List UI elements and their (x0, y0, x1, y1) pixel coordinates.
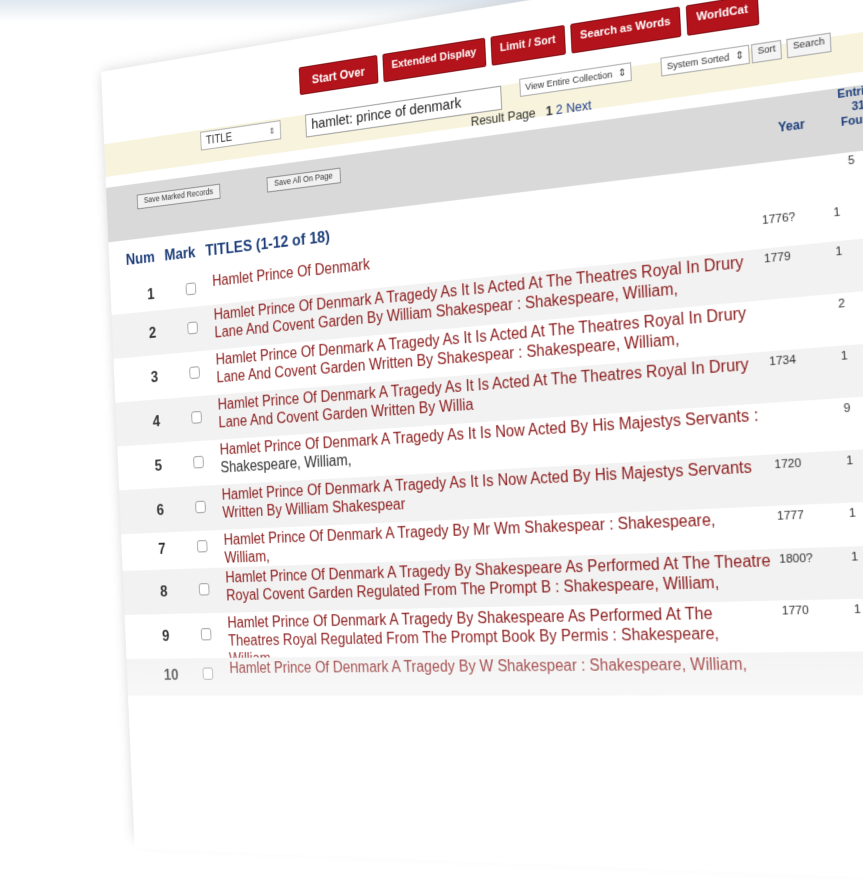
mark-checkbox[interactable] (195, 500, 206, 514)
pagination-next[interactable]: Next (566, 97, 592, 116)
result-number: 2 (148, 323, 157, 342)
result-row: 10 Hamlet Prince Of Denmark A Tragedy By … (126, 650, 863, 696)
mark-checkbox[interactable] (200, 628, 212, 641)
catalog-page: Start Over Extended Display Limit / Sort… (101, 0, 863, 881)
start-over-button[interactable]: Start Over (298, 54, 379, 96)
mark-checkbox[interactable] (198, 583, 210, 596)
search-field-value: TITLE (205, 130, 233, 148)
select-arrows-icon: ⇕ (735, 49, 744, 63)
titles-heading: TITLES (1-12 of 18) (204, 227, 331, 260)
result-number: 1 (146, 284, 155, 304)
result-number: 8 (159, 582, 168, 601)
result-entry-count: 9 (843, 401, 851, 416)
result-entry-count: 2 (837, 297, 846, 311)
result-title-text: Hamlet Prince Of Denmark A Tragedy By W … (229, 655, 748, 677)
extended-display-button[interactable]: Extended Display (382, 37, 487, 83)
result-year: 1779 (763, 250, 791, 266)
result-year: 1734 (768, 353, 797, 369)
select-arrows-icon: ⇕ (617, 66, 627, 80)
result-entry-count: 1 (840, 349, 849, 364)
result-entry-count: 1 (835, 245, 843, 259)
result-entry-count: 1 (845, 454, 854, 468)
result-title-text: Hamlet Prince Of Denmark (211, 256, 371, 290)
result-year: 1777 (776, 509, 805, 524)
worldcat-button[interactable]: WorldCat (685, 0, 760, 36)
entries-column-header: Entries 31 Found (825, 81, 863, 132)
limit-sort-button[interactable]: Limit / Sort (490, 24, 566, 66)
mark-heading: Mark (164, 243, 196, 265)
result-number: 3 (150, 367, 159, 387)
mark-checkbox[interactable] (193, 455, 204, 469)
result-title-link[interactable]: Hamlet Prince Of Denmark A Tragedy By W … (229, 655, 777, 678)
search-as-words-button[interactable]: Search as Words (570, 6, 682, 54)
first-entry-count: 5 (847, 153, 855, 168)
result-year: 1720 (774, 457, 802, 472)
result-number: 10 (163, 665, 179, 684)
result-number: 6 (156, 500, 165, 519)
mark-checkbox[interactable] (191, 410, 202, 424)
result-year: 1800? (778, 552, 814, 567)
result-entry-count: 1 (853, 603, 862, 617)
result-number: 4 (152, 412, 161, 431)
mark-checkbox[interactable] (189, 366, 200, 380)
pagination-current: 1 (545, 102, 553, 119)
result-entry-count: 1 (850, 550, 859, 564)
result-year: 1776? (761, 210, 796, 228)
mark-checkbox[interactable] (185, 282, 197, 296)
mark-checkbox[interactable] (196, 539, 208, 553)
mark-checkbox[interactable] (187, 321, 198, 335)
result-number: 5 (154, 456, 163, 475)
result-number: 7 (157, 539, 167, 558)
result-number: 9 (161, 626, 170, 645)
num-heading: Num (125, 247, 156, 269)
result-year: 1770 (781, 604, 810, 618)
result-entry-count: 1 (848, 506, 857, 521)
mark-checkbox[interactable] (202, 667, 214, 680)
select-arrows-icon: ⇕ (268, 125, 276, 136)
perspective-stage: Start Over Extended Display Limit / Sort… (0, 0, 863, 881)
pagination-page-2[interactable]: 2 (556, 101, 564, 117)
result-entry-count: 1 (833, 205, 841, 220)
